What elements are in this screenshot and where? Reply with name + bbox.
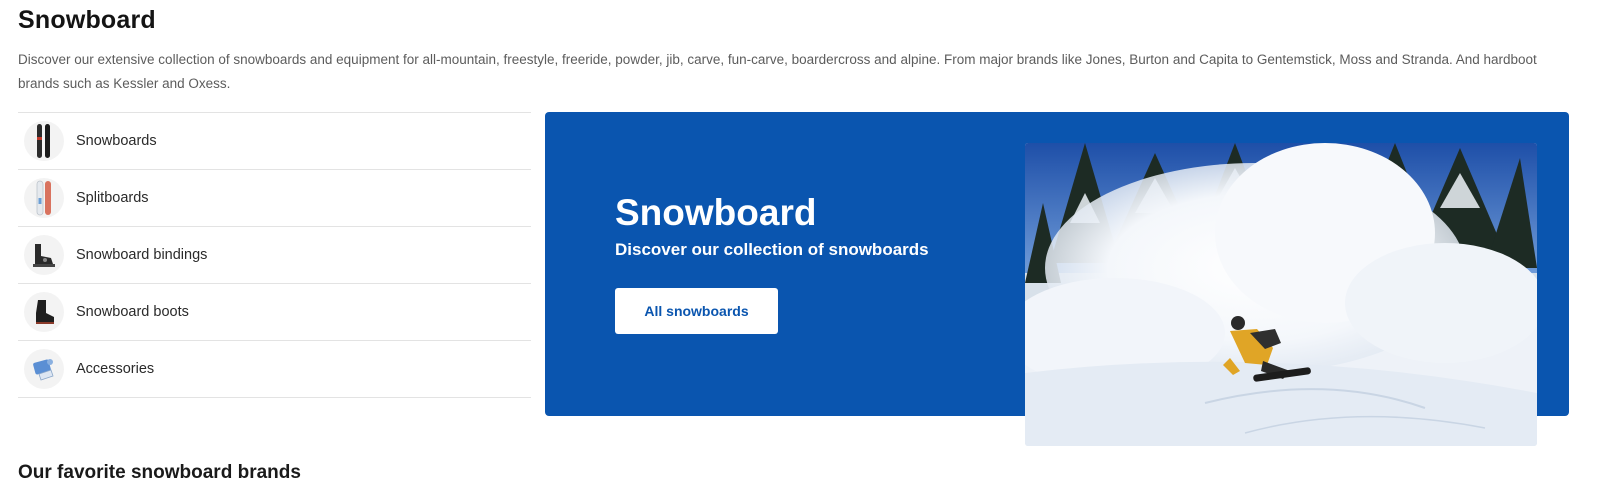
- category-label: Splitboards: [76, 190, 149, 206]
- splitboards-thumbnail-icon: [24, 178, 64, 218]
- category-item-boots[interactable]: Snowboard boots: [18, 284, 531, 341]
- category-item-accessories[interactable]: Accessories: [18, 341, 531, 398]
- page-intro: Discover our extensive collection of sno…: [18, 52, 1537, 91]
- category-item-snowboards[interactable]: Snowboards: [18, 113, 531, 170]
- bindings-thumbnail-icon: [24, 235, 64, 275]
- category-item-splitboards[interactable]: Splitboards: [18, 170, 531, 227]
- category-label: Accessories: [76, 361, 155, 377]
- snowboards-thumbnail-icon: [24, 121, 64, 161]
- page-title: Snowboard: [18, 6, 156, 34]
- hero-subtitle: Discover our collection of snowboards: [615, 240, 929, 259]
- accessories-thumbnail-icon: [24, 349, 64, 389]
- category-label: Snowboard boots: [76, 304, 189, 320]
- category-item-bindings[interactable]: Snowboard bindings: [18, 227, 531, 284]
- snowboarder-powder-spray-photo: [1025, 143, 1537, 446]
- hero-title: Snowboard: [615, 192, 817, 233]
- brands-section-title: Our favorite snowboard brands: [18, 462, 301, 483]
- category-list: Snowboards Splitboards Snowboard binding…: [18, 112, 531, 398]
- category-label: Snowboards: [76, 133, 157, 149]
- category-label: Snowboard bindings: [76, 247, 208, 263]
- boots-thumbnail-icon: [24, 292, 64, 332]
- all-snowboards-button[interactable]: All snowboards: [615, 288, 778, 334]
